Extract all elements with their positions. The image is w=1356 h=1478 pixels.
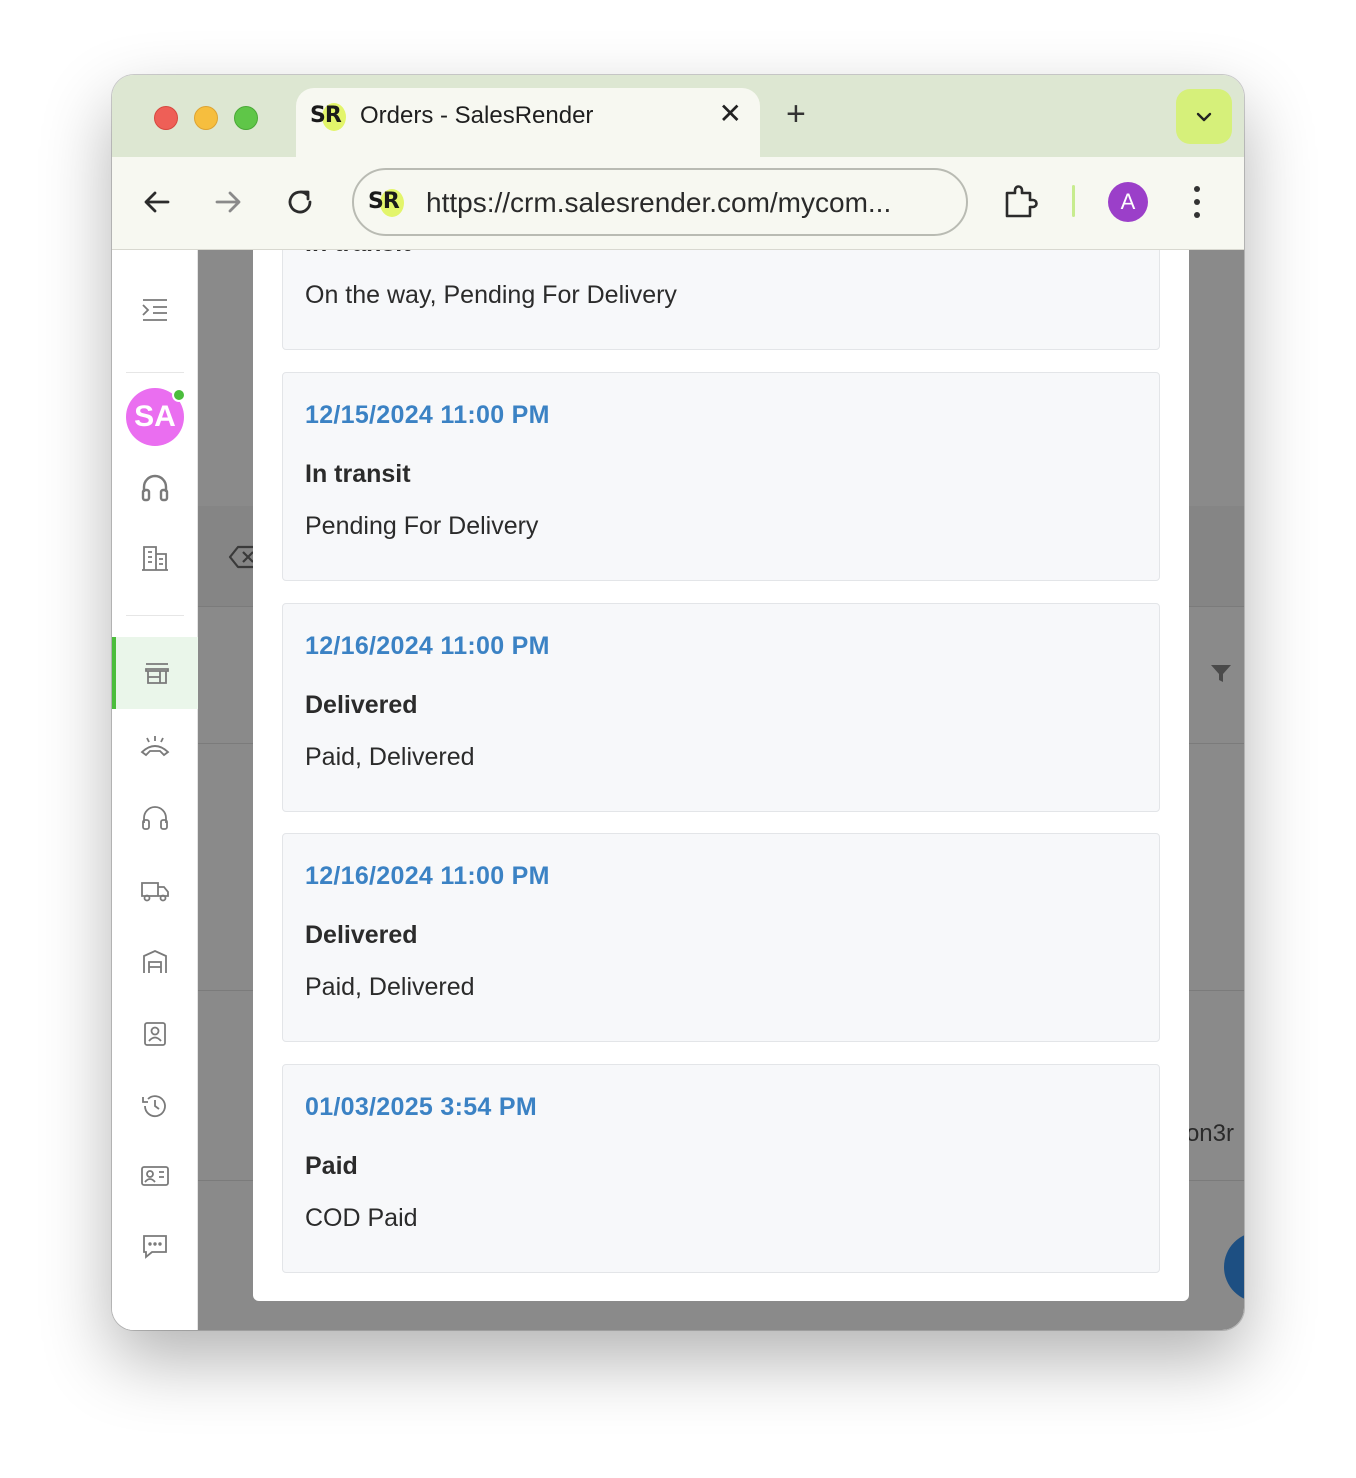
- chat-icon: [143, 1235, 167, 1259]
- close-window-button[interactable]: [154, 106, 178, 130]
- avatar[interactable]: SA: [126, 388, 186, 446]
- sidebar-item-operators[interactable]: [112, 788, 198, 848]
- sidebar-item-orders[interactable]: [112, 637, 198, 709]
- sidebar-divider: [126, 372, 184, 373]
- tab-title: Orders - SalesRender: [360, 102, 594, 129]
- history-description: COD Paid: [305, 1204, 418, 1232]
- address-bar[interactable]: SR https://crm.salesrender.com/mycom...: [352, 168, 968, 236]
- minimize-window-button[interactable]: [194, 106, 218, 130]
- sidebar-item-warehouses[interactable]: [112, 932, 198, 992]
- history-status: Delivered: [305, 691, 418, 719]
- browser-toolbar: SR https://crm.salesrender.com/mycom... …: [112, 157, 1244, 250]
- status-history-modal: In transit On the way, Pending For Deliv…: [253, 250, 1189, 1301]
- sidebar-item-contacts[interactable]: [112, 1004, 198, 1064]
- sidebar-item-delivery[interactable]: [112, 860, 198, 920]
- history-status: In transit: [305, 250, 411, 258]
- online-status-dot: [172, 388, 186, 402]
- reload-button[interactable]: [283, 185, 317, 219]
- contact-card-icon: [144, 1022, 166, 1046]
- puzzle-icon: [1005, 185, 1038, 218]
- headphones-icon: [142, 806, 168, 830]
- history-description: On the way, Pending For Delivery: [305, 281, 677, 309]
- site-favicon-icon: SR: [368, 187, 404, 219]
- warehouse-icon: [143, 950, 167, 973]
- sidebar-item-company[interactable]: [112, 528, 198, 588]
- chevron-down-icon: [1196, 112, 1212, 122]
- title-bar: SR Orders - SalesRender ✕ +: [112, 75, 1244, 157]
- browser-window: SR Orders - SalesRender ✕ + SR https://c…: [112, 75, 1244, 1330]
- sidebar: SA: [112, 250, 198, 1330]
- history-description: Paid, Delivered: [305, 973, 475, 1001]
- history-description: Pending For Delivery: [305, 512, 539, 540]
- maximize-window-button[interactable]: [234, 106, 258, 130]
- history-date: 01/03/2025 3:54 PM: [305, 1093, 537, 1121]
- history-date: 12/16/2024 11:00 PM: [305, 862, 550, 890]
- history-card: 01/03/2025 3:54 PM Paid COD Paid: [282, 1064, 1160, 1273]
- extensions-button[interactable]: [1002, 185, 1040, 226]
- sidebar-item-history[interactable]: [112, 1076, 198, 1136]
- forward-button[interactable]: [211, 185, 245, 219]
- menu-indent-icon: [142, 299, 167, 321]
- sidebar-divider: [126, 615, 184, 616]
- more-menu-icon[interactable]: [1192, 183, 1202, 219]
- tab-close-icon[interactable]: ✕: [719, 100, 742, 128]
- tab-orders[interactable]: SR Orders - SalesRender ✕: [296, 88, 760, 157]
- history-card: 12/16/2024 11:00 PM Delivered Paid, Deli…: [282, 833, 1160, 1042]
- new-tab-button[interactable]: +: [786, 97, 806, 131]
- sidebar-item-call-center[interactable]: [112, 1146, 198, 1206]
- store-icon: [145, 663, 169, 684]
- back-button[interactable]: [140, 185, 174, 219]
- history-date: 12/15/2024 11:00 PM: [305, 401, 550, 429]
- history-card: 12/15/2024 11:00 PM In transit Pending F…: [282, 372, 1160, 581]
- tab-search-button[interactable]: [1176, 89, 1232, 144]
- url-text: https://crm.salesrender.com/mycom...: [426, 187, 892, 218]
- phone-ringing-icon: [140, 736, 170, 757]
- filter-icon: [1210, 664, 1232, 689]
- history-status: Delivered: [305, 921, 418, 949]
- backdrop-partial-text: on3r: [1185, 1120, 1234, 1147]
- history-status: In transit: [305, 460, 411, 488]
- profile-avatar[interactable]: A: [1108, 182, 1148, 222]
- history-date: 12/16/2024 11:00 PM: [305, 632, 550, 660]
- history-status: Paid: [305, 1152, 358, 1180]
- headset-icon: [141, 474, 169, 502]
- arrow-right-icon: [215, 191, 241, 213]
- id-card-phone-icon: [141, 1166, 169, 1186]
- history-card: 12/16/2024 11:00 PM Delivered Paid, Deli…: [282, 603, 1160, 812]
- avatar-initials: SA: [134, 400, 176, 433]
- floating-action-button: [1224, 1232, 1244, 1302]
- building-icon: [142, 546, 168, 571]
- history-description: Paid, Delivered: [305, 743, 475, 771]
- reload-icon: [288, 190, 312, 214]
- history-card: In transit On the way, Pending For Deliv…: [282, 250, 1160, 350]
- history-icon: [142, 1095, 166, 1118]
- truck-icon: [141, 882, 169, 902]
- sidebar-item-support[interactable]: [112, 458, 198, 518]
- arrow-left-icon: [144, 191, 170, 213]
- sidebar-item-calls[interactable]: [112, 716, 198, 776]
- salesrender-favicon-icon: SR: [310, 101, 346, 133]
- sidebar-item-messages[interactable]: [112, 1216, 198, 1276]
- toolbar-separator: [1072, 185, 1075, 217]
- sidebar-toggle[interactable]: [112, 280, 198, 340]
